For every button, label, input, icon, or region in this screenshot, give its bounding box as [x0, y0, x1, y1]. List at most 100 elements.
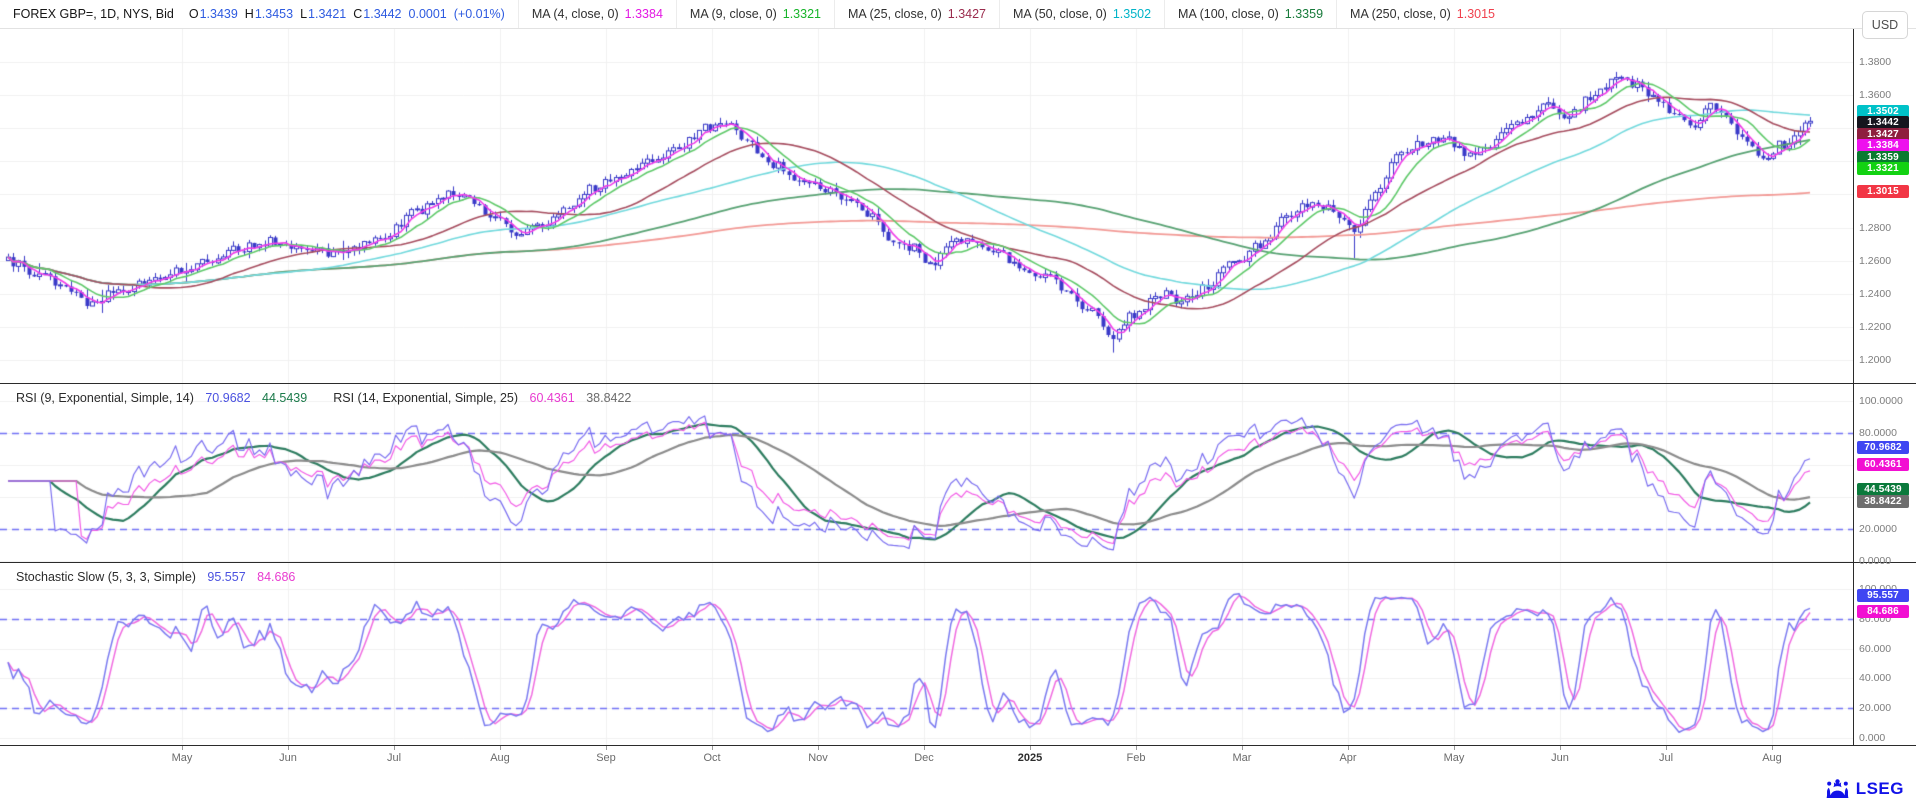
- lseg-logo-text: LSEG: [1856, 779, 1904, 799]
- ma-legend-value: 1.3427: [948, 7, 986, 21]
- time-axis-label: Jun: [266, 752, 310, 764]
- rsi9-value: 70.9682: [205, 391, 250, 405]
- rsi9-legend-label: RSI (9, Exponential, Simple, 14): [16, 391, 194, 405]
- time-tick: [1454, 746, 1455, 750]
- axis-tick-label: 1.3800: [1859, 56, 1891, 68]
- ma-legend-item-100[interactable]: MA (100, close, 0) 1.3359: [1165, 0, 1337, 28]
- stochastic-panel: Stochastic Slow (5, 3, 3, Simple) 95.557…: [0, 563, 1853, 745]
- time-tick: [924, 746, 925, 750]
- symbol-legend[interactable]: FOREX GBP=, 1D, NYS, Bid O1.3439 H1.3453…: [0, 0, 519, 28]
- ma-legend-item-250[interactable]: MA (250, close, 0)1.3015: [1337, 0, 1508, 28]
- time-axis-label: Dec: [902, 752, 946, 764]
- time-axis-label: Aug: [478, 752, 522, 764]
- rsi9-legend-item[interactable]: RSI (9, Exponential, Simple, 14) 70.9682…: [16, 391, 307, 405]
- time-axis-label: Mar: [1220, 752, 1264, 764]
- time-tick: [1242, 746, 1243, 750]
- symbol-info: FOREX GBP=, 1D, NYS, Bid: [13, 7, 174, 21]
- low-value: 1.3421: [308, 7, 346, 21]
- time-tick: [1666, 746, 1667, 750]
- ma-legend-label: MA (100, close, 0): [1178, 7, 1279, 21]
- time-tick: [1772, 746, 1773, 750]
- axis-tick-label: 1.2400: [1859, 288, 1891, 300]
- time-tick: [1348, 746, 1349, 750]
- axis-value-badge: 1.3321: [1857, 162, 1909, 175]
- axis-tick-label: 1.2000: [1859, 354, 1891, 366]
- rsi9-signal-value: 44.5439: [262, 391, 307, 405]
- price-chart-canvas[interactable]: [0, 28, 1853, 383]
- rsi14-legend-label: RSI (14, Exponential, Simple, 25): [333, 391, 518, 405]
- time-axis[interactable]: May Jun Jul Aug Sep Oct Nov Dec 2025 Feb Mar Apr May…: [0, 746, 1853, 774]
- time-tick: [1136, 746, 1137, 750]
- ma-legend-item-50[interactable]: MA (50, close, 0) 1.3502: [1000, 0, 1165, 28]
- stochastic-chart-canvas[interactable]: [0, 563, 1853, 745]
- change-value: 0.0001: [409, 7, 447, 21]
- rsi14-signal-value: 38.8422: [586, 391, 631, 405]
- ma-legend-item-4[interactable]: MA (4, close, 0) 1.3384: [519, 0, 677, 28]
- axis-tick-label: 1.2200: [1859, 321, 1891, 333]
- rsi-panel: RSI (9, Exponential, Simple, 14) 70.9682…: [0, 384, 1853, 562]
- price-axis-scale[interactable]: 1.38001.36001.28001.26001.24001.22001.20…: [1854, 28, 1916, 383]
- stochastic-axis-scale[interactable]: 100.00080.00060.00040.00020.0000.00095.5…: [1854, 563, 1916, 745]
- stochastic-legend-item[interactable]: Stochastic Slow (5, 3, 3, Simple) 95.557…: [16, 570, 295, 584]
- ma-legend-item-9[interactable]: MA (9, close, 0) 1.3321: [677, 0, 835, 28]
- currency-button[interactable]: USD: [1862, 11, 1908, 39]
- close-value: 1.3442: [363, 7, 401, 21]
- axis-tick-label: 0.000: [1859, 732, 1885, 744]
- time-axis-line: [0, 745, 1916, 746]
- time-axis-label: Jul: [372, 752, 416, 764]
- time-axis-label: Apr: [1326, 752, 1370, 764]
- time-axis-label: Feb: [1114, 752, 1158, 764]
- ma-legend-value: 1.3384: [625, 7, 663, 21]
- time-tick: [712, 746, 713, 750]
- time-tick: [1560, 746, 1561, 750]
- ma-legend-label: MA (4, close, 0): [532, 7, 619, 21]
- time-axis-label: Oct: [690, 752, 734, 764]
- chart-legend-bar: FOREX GBP=, 1D, NYS, Bid O1.3439 H1.3453…: [0, 0, 1916, 29]
- time-axis-label: May: [160, 752, 204, 764]
- axis-tick-label: 20.000: [1859, 702, 1891, 714]
- ma-legend-value: 1.3321: [783, 7, 821, 21]
- ma-legend-label: MA (50, close, 0): [1013, 7, 1107, 21]
- time-tick: [288, 746, 289, 750]
- ma-legend-group: MA (4, close, 0) 1.3384 MA (9, close, 0) 1.…: [519, 0, 1508, 28]
- rsi-legend[interactable]: RSI (9, Exponential, Simple, 14) 70.9682…: [16, 391, 631, 405]
- stochastic-d-value: 84.686: [257, 570, 295, 584]
- axis-tick-label: 20.0000: [1859, 523, 1897, 535]
- axis-value-badge: 1.3015: [1857, 185, 1909, 198]
- time-tick: [1030, 746, 1031, 750]
- time-axis-label: May: [1432, 752, 1476, 764]
- ma-legend-label: MA (250, close, 0): [1350, 7, 1451, 21]
- axis-value-badge: 60.4361: [1857, 458, 1909, 471]
- axis-tick-label: 1.2800: [1859, 222, 1891, 234]
- rsi14-legend-item[interactable]: RSI (14, Exponential, Simple, 25) 60.436…: [333, 391, 631, 405]
- time-tick: [500, 746, 501, 750]
- axis-tick-label: 60.000: [1859, 643, 1891, 655]
- lseg-crest-icon: [1824, 778, 1851, 799]
- high-value: 1.3453: [255, 7, 293, 21]
- rsi-chart-canvas[interactable]: [0, 384, 1853, 562]
- price-panel: [0, 28, 1853, 383]
- axis-tick-label: 80.0000: [1859, 427, 1897, 439]
- axis-tick-label: 40.000: [1859, 672, 1891, 684]
- rsi-axis-scale[interactable]: 100.000080.000020.00000.000070.968260.43…: [1854, 384, 1916, 562]
- lseg-logo: LSEG: [1824, 778, 1904, 799]
- time-axis-label: Jun: [1538, 752, 1582, 764]
- ma-legend-value: 1.3359: [1285, 7, 1323, 21]
- panel-divider[interactable]: [0, 383, 1916, 384]
- time-axis-label: 2025: [1008, 752, 1052, 764]
- open-label: O: [189, 7, 199, 21]
- time-axis-label: Nov: [796, 752, 840, 764]
- axis-tick-label: 1.2600: [1859, 255, 1891, 267]
- ma-legend-label: MA (9, close, 0): [690, 7, 777, 21]
- ma-legend-item-25[interactable]: MA (25, close, 0)1.3427: [835, 0, 1000, 28]
- panel-divider[interactable]: [0, 562, 1916, 563]
- axis-value-badge: 70.9682: [1857, 441, 1909, 454]
- ma-legend-value: 1.3502: [1113, 7, 1151, 21]
- high-label: H: [245, 7, 254, 21]
- close-label: C: [353, 7, 362, 21]
- time-axis-label: Jul: [1644, 752, 1688, 764]
- chart-app: FOREX GBP=, 1D, NYS, Bid O1.3439 H1.3453…: [0, 0, 1916, 803]
- time-axis-label: Sep: [584, 752, 628, 764]
- stochastic-legend-label: Stochastic Slow (5, 3, 3, Simple): [16, 570, 196, 584]
- stochastic-legend[interactable]: Stochastic Slow (5, 3, 3, Simple) 95.557…: [16, 570, 295, 584]
